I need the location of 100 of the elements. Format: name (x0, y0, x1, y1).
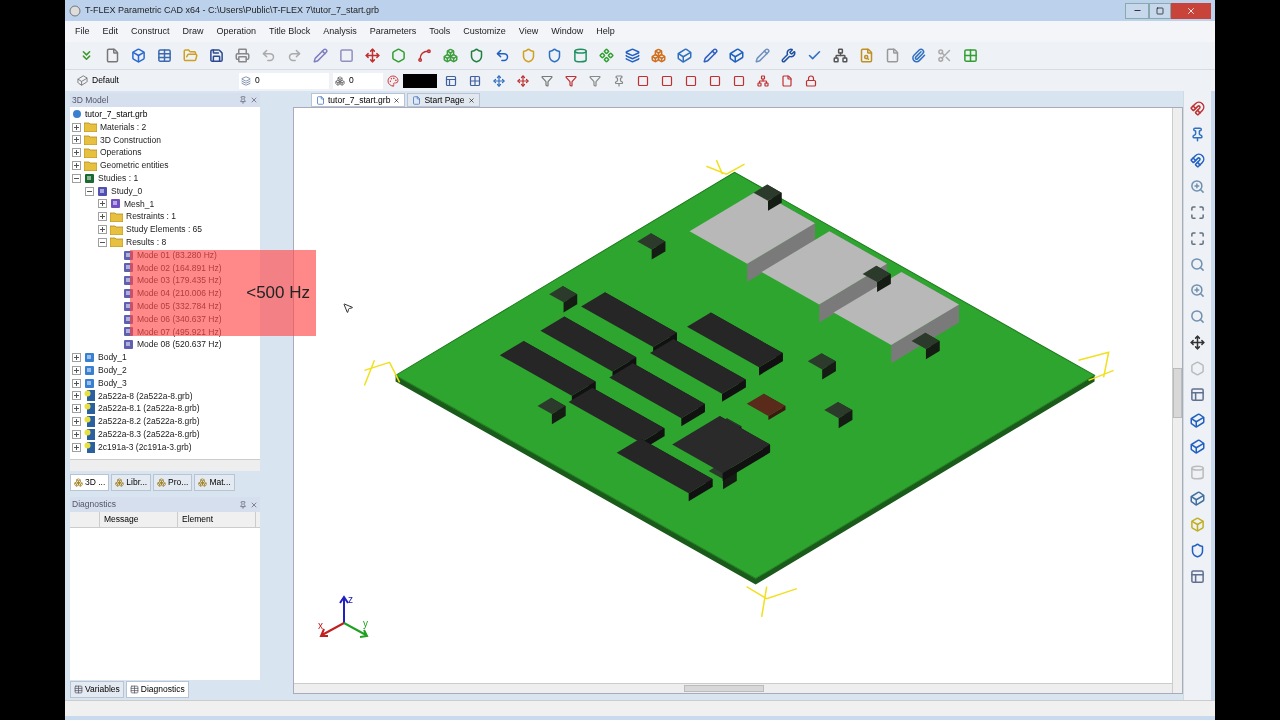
pencil-icon[interactable] (313, 48, 328, 63)
expand-toggle[interactable] (72, 135, 81, 145)
grid-icon[interactable] (469, 74, 481, 87)
search-icon[interactable] (1190, 257, 1205, 272)
expand-toggle[interactable] (72, 391, 81, 401)
level-field[interactable]: 0 (333, 72, 383, 89)
expand-toggle[interactable] (72, 122, 81, 132)
cylinder-icon[interactable] (573, 48, 588, 63)
close-icon[interactable] (250, 500, 258, 509)
expand-toggle[interactable] (98, 225, 107, 235)
magnet-icon[interactable] (1190, 101, 1205, 116)
style-dropdown[interactable]: Default (75, 72, 235, 89)
tree-item[interactable]: Restraints : 1 (126, 210, 177, 224)
spline-icon[interactable] (417, 48, 432, 63)
document-icon[interactable] (105, 48, 120, 63)
shield-icon[interactable] (1190, 543, 1205, 558)
cube-icon[interactable] (1190, 439, 1205, 454)
panel-tab[interactable]: Libr... (111, 474, 152, 491)
zoom-in-icon[interactable] (1190, 283, 1205, 298)
pencil-icon[interactable] (755, 48, 770, 63)
panel-tab[interactable]: Diagnostics (125, 681, 189, 698)
tree-item[interactable]: Body_2 (98, 363, 127, 377)
document-tab[interactable]: tutor_7_start.grb (311, 93, 406, 107)
square-icon[interactable] (733, 74, 745, 87)
arrows-icon[interactable] (1190, 335, 1205, 350)
tree-item[interactable]: 2a522a-8.3 (2a522a-8.grb) (98, 427, 200, 441)
wrench-icon[interactable] (781, 48, 796, 63)
cuboid-icon[interactable] (677, 48, 692, 63)
table-icon[interactable] (157, 48, 172, 63)
color-swatch[interactable] (403, 73, 437, 88)
pin-icon[interactable] (613, 74, 625, 87)
tree-item[interactable]: Mesh_1 (124, 197, 155, 211)
tree-item[interactable]: 2c191a-3 (2c191a-3.grb) (98, 440, 192, 454)
cube-icon[interactable] (1190, 491, 1205, 506)
close-icon[interactable] (250, 96, 258, 104)
tree-item[interactable]: 2a522a-8 (2a522a-8.grb) (98, 389, 193, 403)
column-header[interactable]: Message (100, 512, 178, 527)
expand-toggle[interactable] (72, 378, 81, 388)
filter-icon[interactable] (589, 74, 601, 87)
expand-toggle[interactable] (72, 161, 81, 171)
maximize-button[interactable] (1149, 2, 1171, 19)
tree-item[interactable]: tutor_7_start.grb (85, 108, 148, 121)
magnet-icon[interactable] (1190, 153, 1205, 168)
expand-toggle[interactable] (72, 417, 81, 426)
horizontal-scrollbar[interactable] (294, 683, 1172, 693)
horizontal-scrollbar[interactable] (70, 459, 260, 471)
window-icon[interactable] (1190, 387, 1205, 402)
filter-icon[interactable] (541, 74, 553, 87)
collapse-toggle[interactable] (72, 173, 81, 183)
pin-icon[interactable] (239, 500, 247, 509)
boxes-icon[interactable] (651, 48, 666, 63)
tree-item[interactable]: Body_1 (98, 351, 127, 364)
menu-item[interactable]: Help (596, 24, 615, 39)
menu-item[interactable]: Customize (463, 24, 506, 39)
search-icon[interactable] (1190, 309, 1205, 324)
grid-icon[interactable] (963, 48, 978, 63)
expand-toggle[interactable] (72, 429, 81, 439)
layers-icon[interactable] (625, 48, 640, 63)
square-icon[interactable] (637, 74, 649, 87)
document-icon[interactable] (885, 48, 900, 63)
network-icon[interactable] (833, 48, 848, 63)
square-icon[interactable] (339, 48, 354, 63)
layer-field[interactable]: 0 (239, 72, 329, 89)
expand-toggle[interactable] (98, 199, 107, 209)
square-icon[interactable] (709, 74, 721, 87)
panel-tab[interactable]: Variables (70, 681, 124, 698)
window-icon[interactable] (1190, 569, 1205, 584)
layout-icon[interactable] (445, 74, 457, 87)
palette-icon[interactable] (387, 74, 399, 87)
cube-icon[interactable] (131, 48, 146, 63)
cube-icon[interactable] (1190, 413, 1205, 428)
close-button[interactable] (1171, 2, 1211, 19)
menu-item[interactable]: Window (551, 24, 584, 39)
square-icon[interactable] (661, 74, 673, 87)
vertical-scrollbar[interactable] (1172, 108, 1182, 693)
pin-icon[interactable] (239, 96, 247, 104)
expand-toggle[interactable] (72, 353, 81, 363)
boxes-icon[interactable] (443, 48, 458, 63)
zoom-in-icon[interactable] (1190, 179, 1205, 194)
tree-item[interactable]: Body_3 (98, 376, 127, 390)
arrows-icon[interactable] (517, 74, 529, 87)
printer-icon[interactable] (235, 48, 250, 63)
paperclip-icon[interactable] (911, 48, 926, 63)
pin-icon[interactable] (1190, 127, 1205, 142)
square-icon[interactable] (685, 74, 697, 87)
tree-item[interactable]: Study Elements : 65 (126, 223, 203, 236)
menu-item[interactable]: Tools (429, 24, 451, 39)
panel-tab[interactable]: 3D ... (70, 474, 110, 491)
file-search-icon[interactable] (859, 48, 874, 63)
panel-tab[interactable]: Pro... (153, 474, 193, 491)
tree-item[interactable]: Results : 8 (126, 236, 167, 249)
menu-item[interactable]: View (518, 24, 539, 39)
document-icon[interactable] (781, 74, 793, 87)
menu-item[interactable]: Title Block (269, 24, 311, 39)
hexagon-icon[interactable] (391, 48, 406, 63)
tree-item[interactable]: 2a522a-8.1 (2a522a-8.grb) (98, 402, 200, 416)
document-tab[interactable]: Start Page (407, 93, 480, 107)
filter-icon[interactable] (565, 74, 577, 87)
curved-arrow-icon[interactable] (495, 48, 510, 63)
expand-toggle[interactable] (72, 365, 81, 375)
